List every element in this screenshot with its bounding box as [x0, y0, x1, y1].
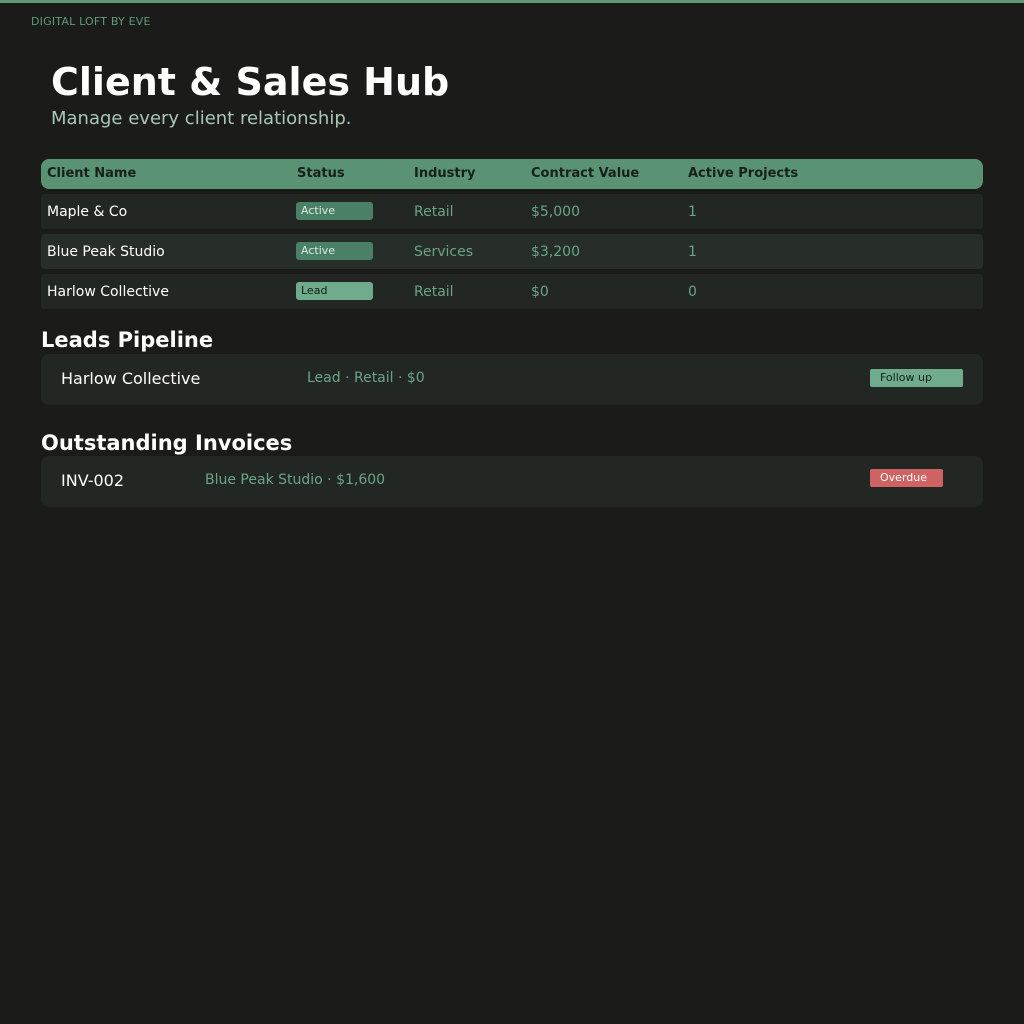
- page-title: Client & Sales Hub: [51, 60, 450, 104]
- leads-pipeline-title: Leads Pipeline: [41, 328, 214, 352]
- client-active-projects: 0: [688, 284, 697, 300]
- client-contract-value: $0: [531, 284, 549, 300]
- client-name: Harlow Collective: [47, 284, 169, 300]
- invoice-id: INV-002: [61, 471, 125, 490]
- client-contract-value: $5,000: [531, 204, 580, 220]
- client-active-projects: 1: [688, 204, 697, 220]
- status-badge: Lead: [296, 282, 373, 300]
- brand-label: DIGITAL LOFT BY EVE: [31, 15, 151, 28]
- client-name: Maple & Co: [47, 204, 128, 220]
- overdue-badge: Overdue: [870, 469, 943, 487]
- column-header-status: Status: [297, 166, 345, 181]
- status-badge: Active: [296, 202, 373, 220]
- lead-name: Harlow Collective: [61, 369, 201, 388]
- client-industry: Retail: [414, 204, 454, 220]
- table-row[interactable]: Maple & Co Active Retail $5,000 1: [41, 194, 983, 229]
- column-header-contract-value: Contract Value: [531, 166, 640, 181]
- outstanding-invoices-title: Outstanding Invoices: [41, 431, 293, 455]
- table-row[interactable]: Harlow Collective Lead Retail $0 0: [41, 274, 983, 309]
- column-header-client-name: Client Name: [47, 166, 137, 181]
- page-subtitle: Manage every client relationship.: [51, 108, 352, 129]
- client-name: Blue Peak Studio: [47, 244, 165, 260]
- client-active-projects: 1: [688, 244, 697, 260]
- client-industry: Retail: [414, 284, 454, 300]
- column-header-industry: Industry: [414, 166, 476, 181]
- clients-table-header: Client Name Status Industry Contract Val…: [41, 159, 983, 189]
- status-badge: Active: [296, 242, 373, 260]
- follow-up-button[interactable]: Follow up: [870, 369, 963, 387]
- top-accent-bar: [0, 0, 1024, 3]
- lead-details: Lead · Retail · $0: [307, 370, 425, 386]
- client-industry: Services: [414, 244, 474, 260]
- lead-card: Harlow Collective Lead · Retail · $0 Fol…: [41, 354, 983, 405]
- column-header-active-projects: Active Projects: [688, 166, 799, 181]
- client-contract-value: $3,200: [531, 244, 580, 260]
- table-row[interactable]: Blue Peak Studio Active Services $3,200 …: [41, 234, 983, 269]
- invoice-card: INV-002 Blue Peak Studio · $1,600 Overdu…: [41, 456, 983, 507]
- invoice-details: Blue Peak Studio · $1,600: [205, 472, 386, 488]
